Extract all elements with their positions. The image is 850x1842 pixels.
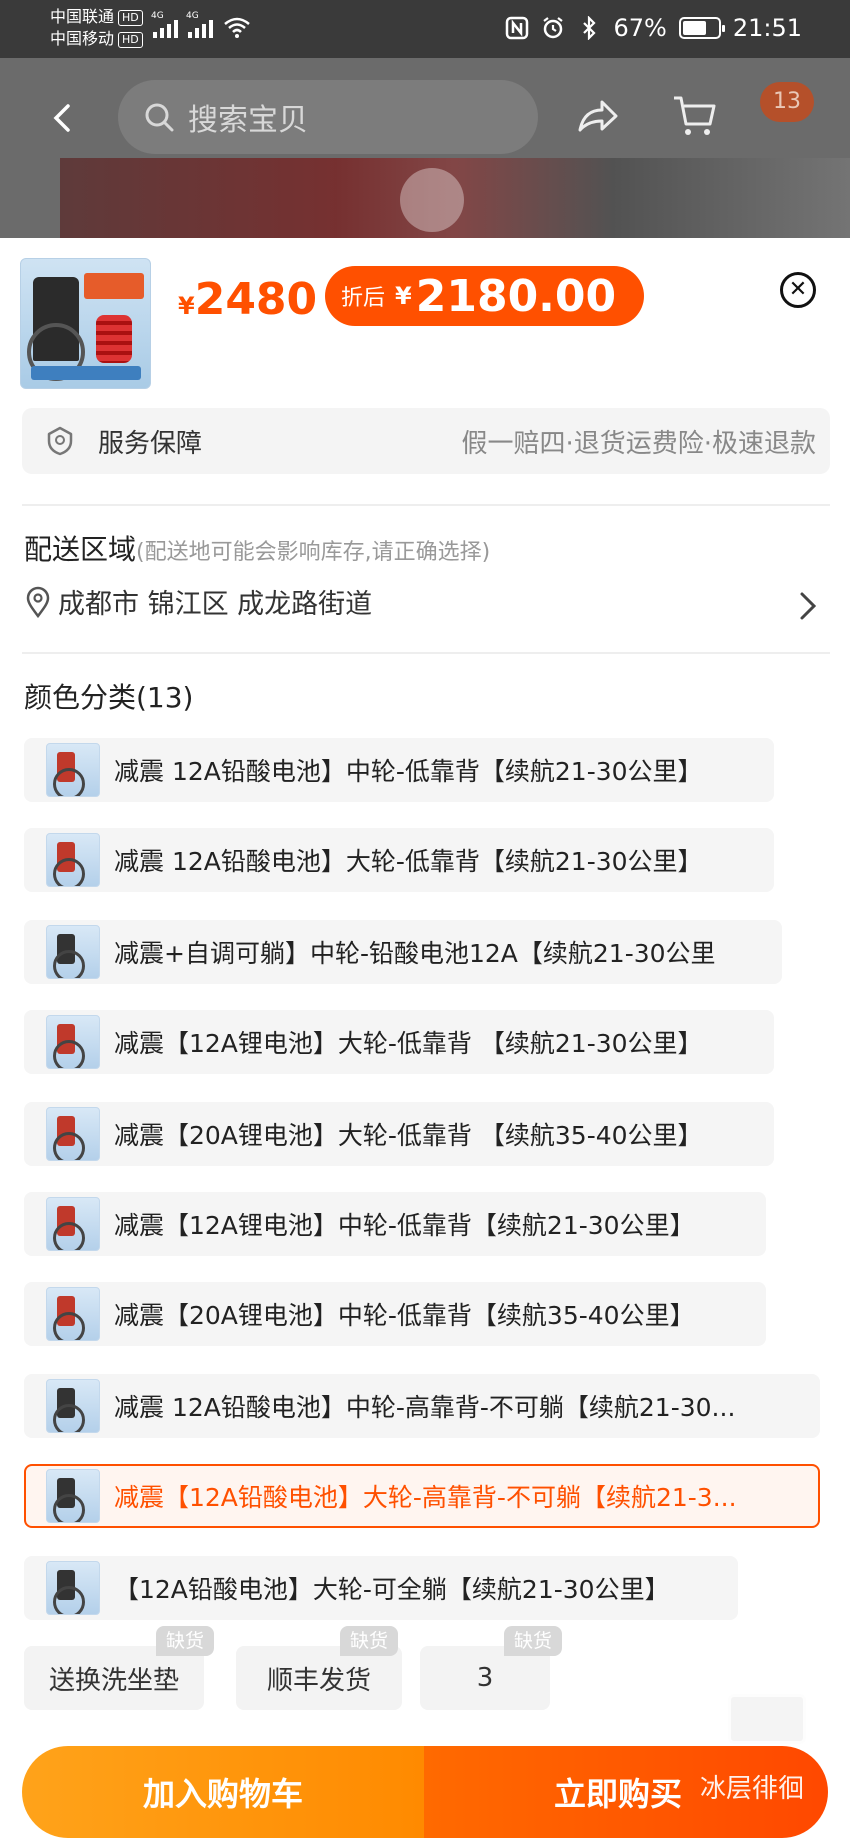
battery-percent: 67% [613, 14, 667, 42]
service-label: 服务保障 [98, 428, 203, 459]
color-option-label: 减震【12A锂电池】大轮-低靠背 【续航21-30公里】 [114, 1029, 703, 1058]
carrier-2: 中国移动 [50, 29, 115, 48]
color-option-label: 减震+自调可躺】中轮-铅酸电池12A【续航21-30公里 [114, 939, 716, 968]
out-of-stock-badge: 缺货 [504, 1626, 563, 1656]
color-option-label: 减震 12A铅酸电池】中轮-高靠背-不可躺【续航21-30... [114, 1393, 736, 1422]
cart-count-badge[interactable]: 13 [760, 82, 814, 122]
option-thumbnail [46, 1379, 100, 1433]
original-price-value: 2480 [194, 274, 318, 325]
alarm-icon [543, 17, 564, 39]
color-option-label: 减震【12A铅酸电池】大轮-高靠背-不可躺【续航21-3... [114, 1483, 737, 1512]
option-thumbnail [46, 1015, 100, 1069]
location-pin-icon [26, 586, 50, 618]
option-thumbnail [46, 1287, 100, 1341]
product-thumbnail[interactable] [20, 258, 151, 389]
discount-price-pill: 折后 ¥ 2180.00 [325, 266, 645, 326]
delivery-address-row[interactable]: 成都市 锦江区 成龙路街道 [24, 582, 372, 621]
option-thumbnail [46, 925, 100, 979]
option-thumbnail [46, 1469, 100, 1523]
out-of-stock-badge: 缺货 [156, 1626, 215, 1656]
color-option-label: 减震【20A锂电池】大轮-低靠背 【续航35-40公里】 [114, 1121, 703, 1150]
option-thumbnail [46, 833, 100, 887]
color-option[interactable]: 减震 12A铅酸电池】中轮-低靠背【续航21-30公里】 [24, 738, 774, 802]
search-bar[interactable]: 搜索宝贝 [118, 80, 538, 154]
shield-icon [47, 426, 73, 456]
status-bar: 中国联通 HD 中国移动 HD 4G 4G 67% 21:51 [0, 0, 850, 58]
color-option[interactable]: 减震 12A铅酸电池】中轮-高靠背-不可躺【续航21-30... [24, 1374, 820, 1438]
hd-badge: HD [118, 32, 143, 48]
battery-level [682, 21, 706, 35]
sku-selection-sheet: ¥2480 折后 ¥ 2180.00 ✕ 服务保障 假一赔四·退货运费险·极速退… [0, 238, 850, 1842]
signal-indicators: 4G 4G [151, 11, 251, 38]
bluetooth-icon [583, 16, 597, 40]
color-option[interactable]: 【12A铅酸电池】大轮-可全躺【续航21-30公里】 [24, 1556, 738, 1620]
wifi-icon [224, 17, 250, 38]
delivery-title-text: 配送区域 [24, 533, 137, 566]
search-icon [145, 103, 174, 132]
service-guarantee-row[interactable]: 服务保障 假一赔四·退货运费险·极速退款 [22, 408, 830, 474]
network-type: 4G [186, 11, 199, 21]
nfc-icon [506, 16, 529, 40]
color-option-label: 减震【20A锂电池】中轮-低靠背【续航35-40公里】 [114, 1301, 695, 1330]
out-of-stock-badge: 缺货 [340, 1626, 399, 1656]
color-option[interactable]: 减震【12A锂电池】中轮-低靠背【续航21-30公里】 [24, 1192, 766, 1256]
option-thumbnail [46, 743, 100, 797]
color-option[interactable]: 减震 12A铅酸电池】大轮-低靠背【续航21-30公里】 [24, 828, 774, 892]
color-option-selected[interactable]: 减震【12A铅酸电池】大轮-高靠背-不可躺【续航21-3... [24, 1464, 820, 1528]
carrier-info: 中国联通 HD 中国移动 HD [50, 6, 143, 50]
carrier-1: 中国联通 [50, 7, 115, 26]
color-option[interactable]: 减震+自调可躺】中轮-铅酸电池12A【续航21-30公里 [24, 920, 782, 984]
share-icon[interactable] [576, 96, 620, 136]
signal-icon: 4G [186, 11, 213, 38]
option-thumbnail [46, 1107, 100, 1161]
color-option[interactable]: 减震【20A锂电池】大轮-低靠背 【续航35-40公里】 [24, 1102, 774, 1166]
battery-icon [678, 17, 725, 39]
color-option-label: 【12A铅酸电池】大轮-可全躺【续航21-30公里】 [114, 1575, 670, 1604]
hd-badge: HD [118, 10, 143, 26]
search-placeholder: 搜索宝贝 [188, 103, 308, 138]
color-option-label: 减震 12A铅酸电池】中轮-低靠背【续航21-30公里】 [114, 757, 703, 786]
divider [22, 504, 830, 506]
watermark-text: 冰层徘徊 [700, 1774, 805, 1804]
service-detail: 假一赔四·退货运费险·极速退款 [461, 428, 816, 459]
divider [22, 652, 830, 654]
option-thumbnail [46, 1561, 100, 1615]
back-icon[interactable] [44, 100, 80, 136]
option-thumbnail [46, 1197, 100, 1251]
signal-icon: 4G [151, 11, 178, 38]
chevron-right-icon[interactable] [796, 590, 820, 622]
status-right: 67% 21:51 [505, 14, 802, 42]
delivery-hint: (配送地可能会影响库存,请正确选择) [136, 540, 491, 565]
color-option[interactable]: 减震【20A锂电池】中轮-低靠背【续航35-40公里】 [24, 1282, 766, 1346]
add-to-cart-button[interactable]: 加入购物车 [22, 1746, 424, 1838]
currency-symbol: ¥ [178, 292, 195, 320]
color-option-label: 减震【12A锂电池】中轮-低靠背【续航21-30公里】 [114, 1211, 695, 1240]
dimmed-product-page[interactable]: 搜索宝贝 13 [0, 58, 850, 238]
watermark-logo [728, 1694, 806, 1744]
network-type: 4G [151, 11, 164, 21]
delivery-address: 成都市 锦江区 成龙路街道 [58, 589, 373, 620]
currency-symbol: ¥ [395, 282, 412, 310]
close-icon[interactable]: ✕ [780, 272, 816, 308]
delivery-title: 配送区域(配送地可能会影响库存,请正确选择) [24, 528, 490, 568]
color-category-title: 颜色分类(13) [24, 681, 194, 714]
discount-prefix: 折后 [341, 286, 386, 311]
play-icon [400, 168, 464, 232]
original-price: ¥2480 [178, 274, 317, 325]
clock: 21:51 [732, 14, 802, 42]
color-option-label: 减震 12A铅酸电池】大轮-低靠背【续航21-30公里】 [114, 847, 703, 876]
discount-price-value: 2180.00 [415, 270, 617, 322]
color-option[interactable]: 减震【12A锂电池】大轮-低靠背 【续航21-30公里】 [24, 1010, 774, 1074]
cart-icon[interactable] [672, 94, 718, 138]
